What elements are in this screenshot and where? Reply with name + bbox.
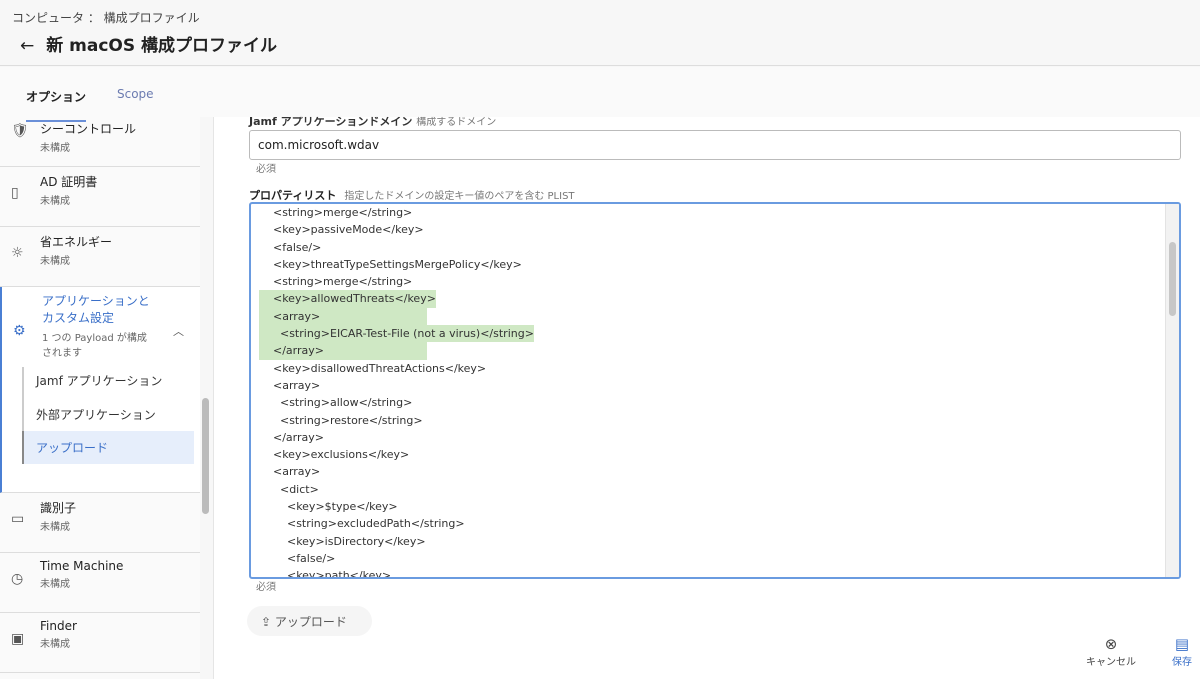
upload-icon: ⇪ bbox=[261, 615, 272, 629]
plist-required-note: 必須 bbox=[256, 582, 276, 593]
plist-line: <key>path</key> bbox=[259, 569, 392, 579]
subitem-upload[interactable]: アップロード bbox=[22, 431, 194, 464]
plist-line: <key>$type</key> bbox=[259, 500, 398, 514]
item-name: 省エネルギー bbox=[40, 235, 113, 249]
item-name: Finder bbox=[40, 619, 77, 633]
page-header: コンピュータ ： 構成プロファイル ← 新 macOS 構成プロファイル bbox=[0, 0, 1200, 66]
plist-line: <key>allowedThreats</key> bbox=[251, 290, 1179, 308]
domain-input[interactable]: com.microsoft.wdav bbox=[249, 130, 1181, 160]
editor-scroll-thumb[interactable] bbox=[1169, 242, 1176, 316]
gear-icon: ⚙ bbox=[13, 323, 26, 339]
cancel-button[interactable]: ⊗ キャンセル bbox=[1086, 635, 1136, 668]
save-label: 保存 bbox=[1172, 657, 1192, 668]
item-name: シーコントロール bbox=[40, 122, 137, 136]
chevron-up-icon[interactable]: ︿ bbox=[173, 323, 184, 339]
tab-scope[interactable]: Scope bbox=[117, 87, 154, 101]
editor-scrollbar[interactable] bbox=[1165, 204, 1179, 577]
item-status: 1 つの Payload が構成されます bbox=[42, 333, 147, 359]
plist-line: <false/> bbox=[259, 551, 336, 565]
tab-bar: オプション Scope bbox=[0, 67, 1200, 122]
item-name: アプリケーションと カスタム設定 bbox=[42, 294, 150, 325]
sidebar-item-ad-certificate[interactable]: ▯ AD 証明書 未構成 bbox=[0, 167, 200, 227]
breadcrumb[interactable]: コンピュータ ： 構成プロファイル bbox=[12, 9, 200, 26]
main-panel: Jamf アプリケーションドメイン 構成するドメイン com.microsoft… bbox=[213, 115, 1200, 679]
plist-line: <array> bbox=[259, 465, 321, 479]
domain-required-note: 必須 bbox=[256, 164, 276, 175]
upload-label: アップロード bbox=[274, 615, 347, 629]
upload-button[interactable]: ⇪ アップロード bbox=[247, 606, 372, 636]
certificate-icon: ▯ bbox=[11, 185, 19, 201]
item-name: Time Machine bbox=[40, 559, 124, 573]
sidebar-item-energy-saver[interactable]: ☼ 省エネルギー 未構成 bbox=[0, 227, 200, 287]
plist-line: </array> bbox=[259, 430, 324, 444]
plist-line: <array> bbox=[259, 378, 321, 392]
plist-label: プロパティリスト 指定したドメインの設定キー値のペアを含む PLIST bbox=[249, 189, 575, 202]
plist-line: <array> bbox=[251, 307, 1179, 326]
plist-line: <string>restore</string> bbox=[259, 413, 423, 427]
plist-line: <key>exclusions</key> bbox=[259, 448, 410, 462]
sidebar-item-time-machine[interactable]: ◷ Time Machine 未構成 bbox=[0, 553, 200, 613]
cancel-label: キャンセル bbox=[1086, 657, 1136, 668]
item-name: 識別子 bbox=[40, 501, 77, 515]
item-status: 未構成 bbox=[40, 522, 70, 533]
subitem-external-applications[interactable]: 外部アプリケーション bbox=[22, 398, 194, 431]
item-name: AD 証明書 bbox=[40, 175, 98, 189]
save-button[interactable]: ▤ 保存 bbox=[1172, 635, 1192, 668]
page-title: ← 新 macOS 構成プロファイル bbox=[20, 31, 277, 56]
plist-line: <key>disallowedThreatActions</key> bbox=[259, 361, 487, 375]
plist-line: <key>isDirectory</key> bbox=[259, 534, 426, 548]
back-arrow-icon[interactable]: ← bbox=[20, 36, 34, 56]
bulb-icon: ☼ bbox=[11, 245, 24, 261]
finder-icon: ▣ bbox=[11, 631, 25, 647]
plist-line: <false/> bbox=[259, 240, 322, 254]
sidebar-scrollbar[interactable] bbox=[202, 398, 209, 514]
sidebar-item-identifier[interactable]: ▭ 識別子 未構成 bbox=[0, 493, 200, 553]
item-status: 未構成 bbox=[40, 579, 70, 590]
item-status: 未構成 bbox=[40, 639, 70, 650]
title-text: 新 macOS 構成プロファイル bbox=[46, 36, 278, 56]
clock-icon: ◷ bbox=[11, 571, 24, 587]
id-card-icon: ▭ bbox=[11, 511, 25, 527]
sidebar-item-app-custom-settings[interactable]: ⚙ ︿ アプリケーションと カスタム設定 1 つの Payload が構成されま… bbox=[0, 287, 200, 493]
plist-line: <dict> bbox=[259, 482, 319, 496]
plist-line: <string>merge</string> bbox=[259, 275, 413, 289]
sidebar-item-finder[interactable]: ▣ Finder 未構成 bbox=[0, 613, 200, 673]
item-status: 未構成 bbox=[40, 256, 70, 267]
plist-line: <key>threatTypeSettingsMergePolicy</key> bbox=[259, 257, 522, 271]
item-status: 未構成 bbox=[40, 143, 70, 154]
floppy-disk-icon: ▤ bbox=[1174, 635, 1190, 653]
subitem-jamf-applications[interactable]: Jamf アプリケーション bbox=[22, 367, 194, 398]
plist-line: <string>allow</string> bbox=[259, 396, 413, 410]
cancel-circle-x-icon: ⊗ bbox=[1104, 635, 1118, 653]
tab-options[interactable]: オプション bbox=[26, 88, 87, 122]
plist-line: <string>merge</string> bbox=[259, 206, 413, 219]
plist-line: <key>passiveMode</key> bbox=[259, 223, 424, 237]
shield-icon: 🛡 bbox=[11, 123, 29, 139]
plist-line: <string>EICAR-Test-File (not a virus)</s… bbox=[251, 325, 1179, 343]
sidebar: 🛡 シーコントロール 未構成 ▯ AD 証明書 未構成 ☼ 省エネルギー 未構成… bbox=[0, 117, 200, 679]
plist-editor[interactable]: <string>merge</string> <key>passiveMode<… bbox=[249, 202, 1181, 579]
plist-line: </array> bbox=[251, 342, 1179, 360]
plist-line: <string>excludedPath</string> bbox=[259, 517, 465, 531]
sidebar-item-sea-control[interactable]: 🛡 シーコントロール 未構成 bbox=[0, 117, 200, 167]
item-status: 未構成 bbox=[40, 196, 70, 207]
